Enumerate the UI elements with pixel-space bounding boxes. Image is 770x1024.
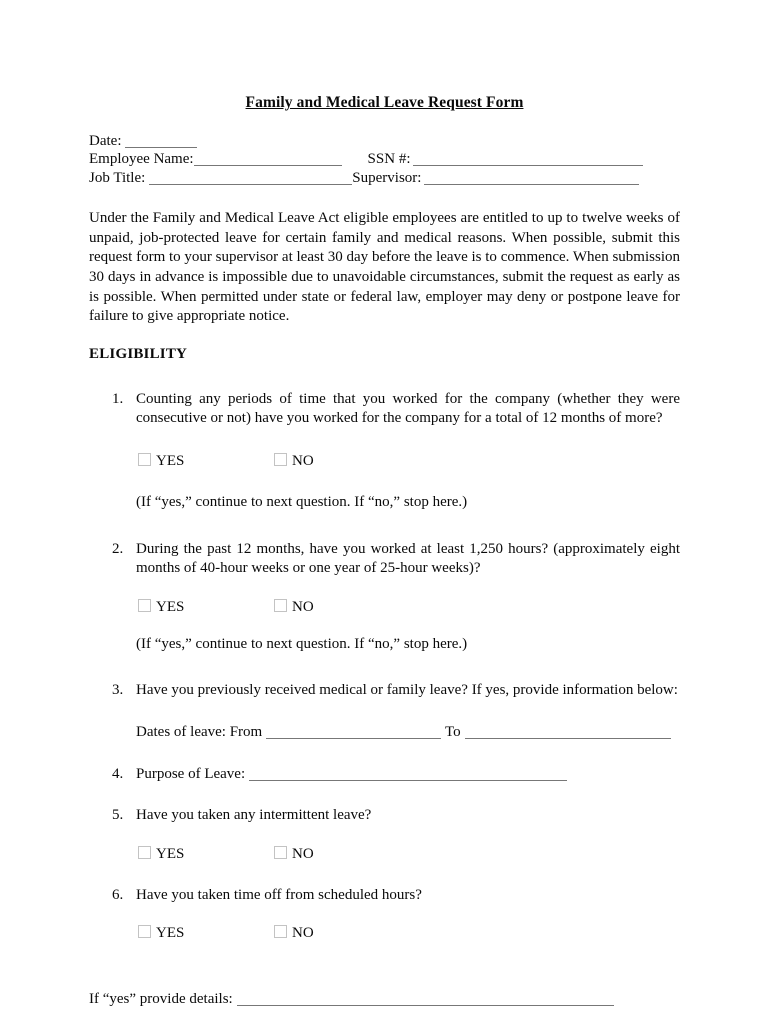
question-4: 4. Purpose of Leave:	[89, 765, 680, 785]
question-6-number: 6.	[112, 886, 124, 903]
question-5: 5. Have you taken any intermittent leave…	[89, 806, 680, 826]
question-5-number: 5.	[112, 807, 124, 824]
question-3-number: 3.	[112, 682, 124, 699]
dates-to-label: To	[444, 723, 461, 740]
question-3-text: Have you previously received medical or …	[136, 682, 678, 699]
page-title: Family and Medical Leave Request Form	[245, 94, 524, 111]
checkbox-icon[interactable]	[274, 452, 287, 466]
question-5-no-label: NO	[292, 845, 314, 862]
employee-name-label: Employee Name:	[89, 151, 194, 168]
header-fields-block: Date: Employee Name: SSN #: Job Title: Sup…	[89, 132, 680, 187]
supervisor-input-rule[interactable]	[424, 183, 640, 185]
question-4-text: Purpose of Leave:	[136, 765, 246, 782]
job-title-and-supervisor-line: Job Title: Supervisor:	[89, 169, 680, 187]
ssn-input-rule[interactable]	[413, 165, 644, 167]
question-2: 2. During the past 12 months, have you w…	[89, 540, 680, 579]
question-2-choices: YES NO	[89, 597, 680, 617]
document-page: Family and Medical Leave Request Form Da…	[0, 0, 770, 1024]
checkbox-icon[interactable]	[138, 452, 151, 466]
question-5-yes-label: YES	[156, 845, 185, 862]
question-3: 3. Have you previously received medical …	[89, 681, 680, 701]
question-1: 1. Counting any periods of time that you…	[89, 390, 680, 429]
question-5-choices: YES NO	[89, 844, 680, 864]
question-6-no-label: NO	[292, 925, 314, 942]
question-1-no-choice[interactable]: NO	[274, 451, 314, 471]
question-6-yes-label: YES	[156, 925, 185, 942]
question-5-no-choice[interactable]: NO	[274, 844, 314, 864]
checkbox-icon[interactable]	[138, 845, 151, 859]
document-content: Family and Medical Leave Request Form Da…	[89, 0, 680, 1010]
question-2-yes-label: YES	[156, 598, 185, 615]
question-6: 6. Have you taken time off from schedule…	[89, 886, 680, 906]
date-field-line: Date:	[89, 132, 680, 150]
question-1-yes-choice[interactable]: YES	[138, 451, 184, 471]
provide-details-input-rule[interactable]	[236, 1005, 614, 1007]
ssn-label: SSN #:	[367, 151, 411, 168]
question-3-dates-row: Dates of leave: From To	[89, 723, 680, 743]
dates-to-input-rule[interactable]	[464, 737, 671, 739]
question-6-choices: YES NO	[89, 923, 680, 943]
question-6-no-choice[interactable]: NO	[274, 923, 314, 943]
question-2-number: 2.	[112, 540, 124, 557]
question-2-no-choice[interactable]: NO	[274, 597, 314, 617]
provide-details-label: If “yes” provide details:	[89, 991, 233, 1008]
date-input-rule[interactable]	[125, 147, 198, 148]
date-label: Date:	[89, 133, 122, 149]
provide-details-row: If “yes” provide details:	[89, 990, 680, 1010]
question-6-text: Have you taken time off from scheduled h…	[136, 886, 422, 903]
eligibility-question-list: 1. Counting any periods of time that you…	[89, 363, 680, 944]
checkbox-icon[interactable]	[138, 598, 151, 612]
question-1-yes-label: YES	[156, 452, 185, 469]
question-1-number: 1.	[112, 390, 124, 407]
checkbox-icon[interactable]	[274, 845, 287, 859]
checkbox-icon[interactable]	[274, 598, 287, 612]
job-title-label: Job Title:	[89, 169, 146, 186]
question-2-yes-choice[interactable]: YES	[138, 597, 184, 617]
intro-paragraph: Under the Family and Medical Leave Act e…	[89, 210, 680, 325]
question-4-row: Purpose of Leave:	[136, 765, 680, 785]
question-5-text: Have you taken any intermittent leave?	[136, 807, 372, 824]
question-4-number: 4.	[112, 765, 124, 782]
question-2-hint: (If “yes,” continue to next question. If…	[136, 635, 468, 652]
question-1-hint: (If “yes,” continue to next question. If…	[136, 493, 468, 510]
employee-name-and-ssn-line: Employee Name: SSN #:	[89, 150, 680, 168]
dates-from-input-rule[interactable]	[266, 737, 442, 739]
question-1-choices: YES NO	[89, 451, 680, 471]
question-2-text: During the past 12 months, have you work…	[136, 540, 680, 577]
eligibility-section-heading: ELIGIBILITY	[89, 345, 188, 362]
job-title-input-rule[interactable]	[149, 183, 353, 185]
question-1-text: Counting any periods of time that you wo…	[136, 390, 680, 427]
dates-from-label: Dates of leave: From	[136, 723, 263, 740]
question-2-no-label: NO	[292, 598, 314, 615]
supervisor-label: Supervisor:	[352, 169, 422, 186]
employee-name-input-rule[interactable]	[193, 165, 342, 167]
question-1-no-label: NO	[292, 452, 314, 469]
question-5-yes-choice[interactable]: YES	[138, 844, 184, 864]
question-6-yes-choice[interactable]: YES	[138, 923, 184, 943]
checkbox-icon[interactable]	[138, 925, 151, 939]
purpose-of-leave-input-rule[interactable]	[249, 779, 568, 781]
checkbox-icon[interactable]	[274, 925, 287, 939]
